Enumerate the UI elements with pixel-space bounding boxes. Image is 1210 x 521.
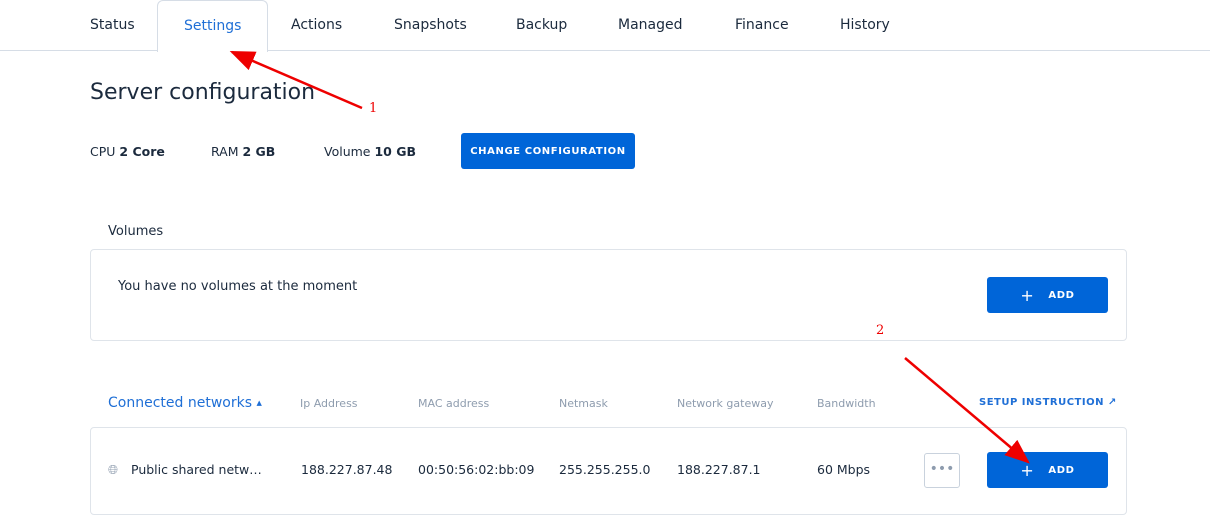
annotation-label-2: 2 [876, 323, 885, 338]
annotation-arrows [229, 50, 1030, 464]
annotation-arrow-1 [229, 50, 363, 110]
annotation-arrow-2 [904, 357, 1030, 464]
annotation-label-1: 1 [369, 101, 378, 116]
